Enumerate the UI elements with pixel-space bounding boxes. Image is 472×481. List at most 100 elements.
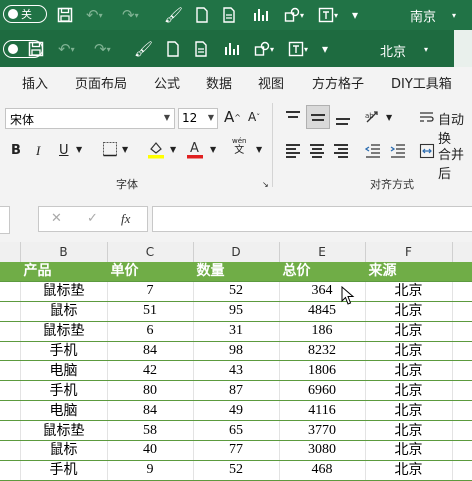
table-cell[interactable]: 31: [193, 321, 280, 342]
table-cell[interactable]: 北京: [365, 321, 453, 342]
chevron-down-icon[interactable]: ▼: [170, 145, 176, 154]
table-cell[interactable]: 电脑: [20, 400, 108, 422]
table-cell[interactable]: 43: [193, 360, 280, 382]
font-size-select[interactable]: 12 ▼: [178, 108, 218, 129]
open-file-icon[interactable]: [222, 4, 237, 26]
column-header-d[interactable]: D: [193, 245, 279, 259]
table-cell[interactable]: 鼠标: [20, 301, 108, 322]
table-cell[interactable]: 84: [107, 400, 194, 422]
undo-icon[interactable]: ↶ ▾: [86, 4, 103, 26]
orientation-icon[interactable]: ab: [364, 109, 382, 125]
table-cell[interactable]: 52: [193, 281, 280, 302]
save-icon[interactable]: [28, 38, 44, 60]
table-cell[interactable]: 1806: [279, 360, 366, 382]
table-cell[interactable]: [0, 281, 21, 302]
table-cell[interactable]: 北京: [365, 360, 453, 382]
increase-indent-icon[interactable]: [390, 143, 406, 159]
open-file-icon[interactable]: [194, 38, 209, 60]
table-header-cell[interactable]: 数量: [193, 262, 280, 282]
confirm-icon[interactable]: ✓: [87, 211, 98, 226]
chevron-down-icon[interactable]: ▼: [256, 145, 262, 154]
table-cell[interactable]: 468: [279, 460, 366, 481]
table-cell[interactable]: [452, 281, 472, 302]
chevron-down-icon[interactable]: ▼: [76, 145, 82, 154]
shrink-font-button[interactable]: Aˇ: [248, 110, 260, 124]
table-cell[interactable]: 77: [193, 440, 280, 461]
table-cell[interactable]: 9: [107, 460, 194, 481]
table-cell[interactable]: 3080: [279, 440, 366, 461]
table-cell[interactable]: 80: [107, 380, 194, 402]
tab-page-layout[interactable]: 页面布局: [75, 73, 127, 92]
textbox-icon[interactable]: ▾: [318, 4, 338, 26]
table-cell[interactable]: [0, 420, 21, 442]
table-cell[interactable]: 98: [193, 341, 280, 362]
format-painter-icon[interactable]: 🖌: [164, 4, 183, 26]
table-cell[interactable]: 6960: [279, 380, 366, 402]
format-painter-icon[interactable]: 🖌: [134, 38, 153, 60]
table-cell[interactable]: 84: [107, 341, 194, 362]
merge-center-label[interactable]: 合并后: [438, 144, 472, 182]
shapes-icon[interactable]: ▾: [284, 4, 304, 26]
column-header-b[interactable]: B: [20, 245, 107, 259]
table-cell[interactable]: 北京: [365, 460, 453, 481]
table-header-cell[interactable]: 总价: [279, 262, 366, 282]
table-cell[interactable]: 4116: [279, 400, 366, 422]
wrap-text-label[interactable]: 自动换: [438, 109, 472, 147]
grow-font-button[interactable]: A ^: [224, 108, 241, 126]
column-header-f[interactable]: F: [365, 245, 452, 259]
table-cell[interactable]: 手机: [20, 341, 108, 362]
cancel-icon[interactable]: ✕: [51, 211, 62, 226]
table-header-cell[interactable]: [0, 262, 21, 282]
table-cell[interactable]: 鼠标垫: [20, 321, 108, 342]
table-cell[interactable]: [0, 400, 21, 422]
table-cell[interactable]: [452, 360, 472, 382]
table-header-cell[interactable]: 单价: [107, 262, 194, 282]
tab-data[interactable]: 数据: [206, 73, 232, 92]
insert-function-button[interactable]: fx: [121, 211, 130, 227]
table-header-cell[interactable]: 来源: [365, 262, 453, 282]
formula-input[interactable]: [152, 206, 472, 232]
table-cell[interactable]: [452, 380, 472, 402]
shapes-icon[interactable]: ▾: [254, 38, 274, 60]
font-color-icon[interactable]: A: [186, 139, 204, 159]
italic-button[interactable]: I: [36, 143, 40, 159]
table-cell[interactable]: 北京: [365, 400, 453, 422]
underline-button[interactable]: U: [59, 143, 69, 158]
dialog-launcher-icon[interactable]: ↘: [262, 180, 269, 189]
location-dropdown-icon[interactable]: ▾: [424, 38, 428, 60]
chevron-down-icon[interactable]: ▼: [386, 113, 392, 122]
tab-diy-toolbox[interactable]: DIY工具箱: [391, 73, 452, 92]
column-header-c[interactable]: C: [107, 245, 193, 259]
table-cell[interactable]: 北京: [365, 341, 453, 362]
table-cell[interactable]: 52: [193, 460, 280, 481]
table-cell[interactable]: [0, 380, 21, 402]
tab-view[interactable]: 视图: [258, 73, 284, 92]
autosave-toggle[interactable]: 关: [3, 5, 47, 23]
phonetic-button[interactable]: wén 文: [232, 137, 246, 156]
table-cell[interactable]: [452, 301, 472, 322]
tab-formulas[interactable]: 公式: [154, 73, 180, 92]
table-cell[interactable]: [0, 341, 21, 362]
bold-button[interactable]: B: [11, 143, 21, 158]
table-cell[interactable]: 51: [107, 301, 194, 322]
align-left-button[interactable]: [286, 143, 302, 159]
name-box[interactable]: [0, 206, 10, 234]
align-bottom-button[interactable]: [334, 109, 352, 127]
redo-icon[interactable]: ↷ ▾: [122, 4, 139, 26]
table-header-cell[interactable]: [452, 262, 472, 282]
table-cell[interactable]: 北京: [365, 301, 453, 322]
table-cell[interactable]: 186: [279, 321, 366, 342]
align-center-button[interactable]: [310, 143, 326, 159]
new-file-icon[interactable]: [195, 4, 209, 26]
table-cell[interactable]: 42: [107, 360, 194, 382]
table-cell[interactable]: 3770: [279, 420, 366, 442]
table-cell[interactable]: 6: [107, 321, 194, 342]
undo-icon[interactable]: ↶ ▾: [58, 38, 75, 60]
textbox-icon[interactable]: ▾: [288, 38, 308, 60]
table-cell[interactable]: 手机: [20, 380, 108, 402]
table-cell[interactable]: [452, 460, 472, 481]
table-cell[interactable]: 北京: [365, 380, 453, 402]
table-cell[interactable]: 鼠标: [20, 440, 108, 461]
table-cell[interactable]: [452, 321, 472, 342]
table-cell[interactable]: 58: [107, 420, 194, 442]
